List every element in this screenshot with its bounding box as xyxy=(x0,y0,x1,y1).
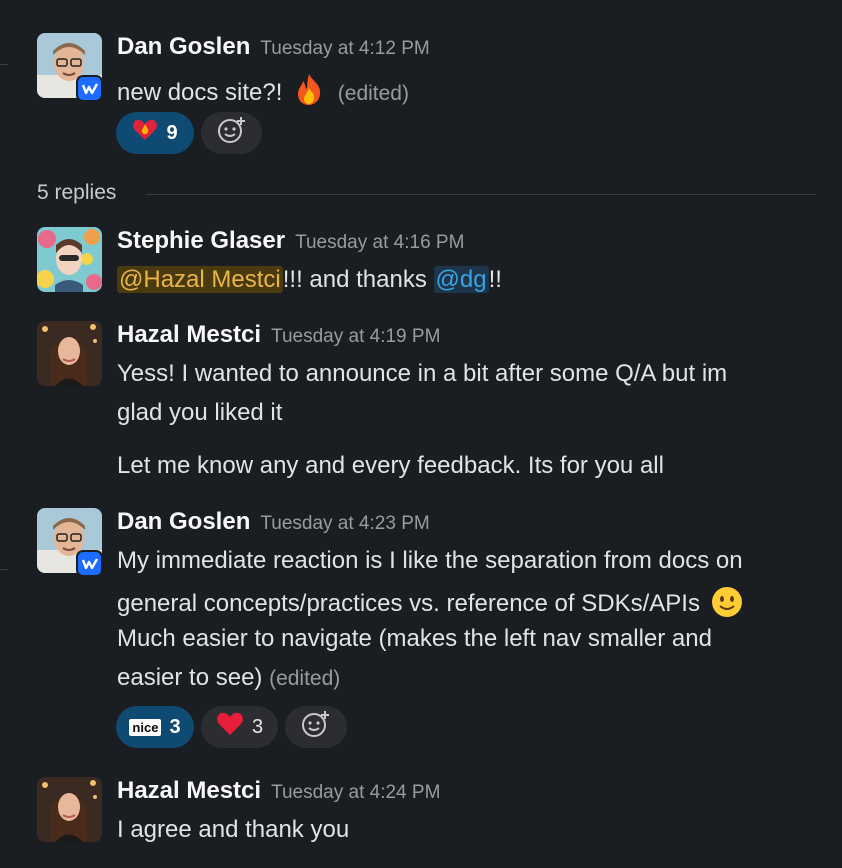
message-author[interactable]: Hazal Mestci Tuesday at 4:24 PM xyxy=(117,777,440,805)
message-body: glad you liked it xyxy=(117,399,283,426)
divider xyxy=(0,569,8,570)
reaction-red-heart[interactable]: 3 xyxy=(201,706,278,748)
add-reaction-button[interactable] xyxy=(285,706,347,748)
author-name[interactable]: Dan Goslen xyxy=(117,33,250,60)
message-text: general concepts/practices vs. reference… xyxy=(117,586,743,625)
reaction-nice[interactable]: nice 3 xyxy=(116,706,194,748)
red-heart-icon xyxy=(216,712,244,743)
replies-count[interactable]: 5 replies xyxy=(37,181,116,205)
edited-indicator: (edited) xyxy=(269,667,341,690)
author-name[interactable]: Hazal Mestci xyxy=(117,321,261,348)
reaction-count: 9 xyxy=(166,121,178,144)
divider xyxy=(0,64,8,65)
message-author[interactable]: Hazal Mestci Tuesday at 4:19 PM xyxy=(117,321,440,349)
message-body: Let me know any and every feedback. Its … xyxy=(117,452,664,479)
edited-indicator: (edited) xyxy=(337,82,409,105)
add-emoji-icon xyxy=(301,709,331,745)
message-text: new docs site?! (edited) xyxy=(117,72,409,113)
message-timestamp[interactable]: Tuesday at 4:24 PM xyxy=(271,782,440,803)
message-body: Much easier to navigate (makes the left … xyxy=(117,625,712,652)
avatar[interactable] xyxy=(37,321,102,386)
message-body: My immediate reaction is I like the sepa… xyxy=(117,547,743,574)
webflow-badge-icon xyxy=(76,550,103,577)
nice-icon: nice xyxy=(129,718,162,736)
add-emoji-icon xyxy=(217,115,247,151)
replies-divider xyxy=(146,194,816,195)
message-text: @Hazal Mestci!!! and thanks @dg!! xyxy=(117,266,502,294)
message-text: easier to see) (edited) xyxy=(117,664,340,692)
message-author[interactable]: Dan Goslen Tuesday at 4:12 PM xyxy=(117,33,430,61)
slightly-smiling-face-icon xyxy=(711,586,743,625)
avatar[interactable] xyxy=(37,227,102,292)
reaction-count: 3 xyxy=(251,715,264,738)
author-name[interactable]: Hazal Mestci xyxy=(117,777,261,804)
author-name[interactable]: Dan Goslen xyxy=(117,508,250,535)
reaction-count: 3 xyxy=(169,715,181,738)
author-name[interactable]: Stephie Glaser xyxy=(117,227,285,254)
message-timestamp[interactable]: Tuesday at 4:19 PM xyxy=(271,326,440,347)
message-author[interactable]: Stephie Glaser Tuesday at 4:16 PM xyxy=(117,227,464,255)
message-body: easier to see) xyxy=(117,664,263,691)
message-timestamp[interactable]: Tuesday at 4:16 PM xyxy=(295,232,464,253)
message-body: !! xyxy=(488,266,502,293)
message-body: !!! and thanks xyxy=(282,266,434,293)
user-mention[interactable]: @Hazal Mestci xyxy=(117,266,283,293)
message-timestamp[interactable]: Tuesday at 4:23 PM xyxy=(260,513,429,534)
message-author[interactable]: Dan Goslen Tuesday at 4:23 PM xyxy=(117,508,430,536)
fire-emoji-icon xyxy=(293,72,325,113)
message-body: I agree and thank you xyxy=(117,816,350,843)
reaction-heart-on-fire[interactable]: 9 xyxy=(116,112,194,154)
avatar[interactable] xyxy=(37,777,102,842)
heart-on-fire-icon xyxy=(132,118,158,148)
webflow-badge-icon xyxy=(76,75,103,102)
message-body: general concepts/practices vs. reference… xyxy=(117,590,700,617)
message-timestamp[interactable]: Tuesday at 4:12 PM xyxy=(260,38,429,59)
message-body: Yess! I wanted to announce in a bit afte… xyxy=(117,360,728,387)
add-reaction-button[interactable] xyxy=(201,112,262,154)
user-mention[interactable]: @dg xyxy=(433,266,489,293)
message-body: new docs site?! xyxy=(117,79,283,106)
